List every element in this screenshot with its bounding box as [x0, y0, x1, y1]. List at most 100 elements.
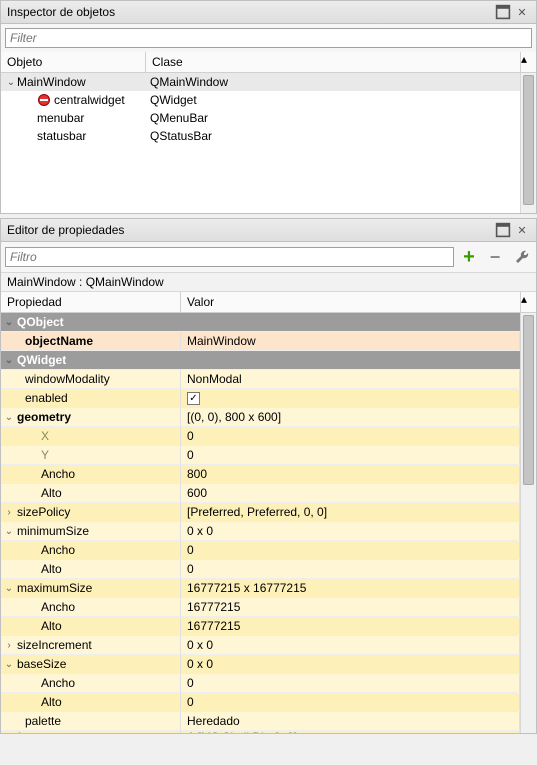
property-row[interactable]: ⌄minimumSize0 x 0: [1, 522, 536, 541]
property-row[interactable]: objectName MainWindow: [1, 332, 536, 351]
expander-icon[interactable]: ⌄: [1, 526, 17, 537]
property-value: Heredado: [187, 714, 240, 728]
expander-icon[interactable]: ⌄: [1, 317, 17, 328]
property-row[interactable]: Ancho0: [1, 541, 536, 560]
property-breadcrumb: MainWindow : QMainWindow: [1, 272, 536, 292]
property-row[interactable]: ›sizePolicy[Preferred, Preferred, 0, 0]: [1, 503, 536, 522]
close-icon[interactable]: ✕: [514, 4, 530, 20]
property-name: Ancho: [17, 600, 75, 614]
property-value: [(0, 0), 800 x 600]: [187, 410, 281, 424]
object-class: QWidget: [146, 93, 536, 107]
wrench-icon: [513, 248, 529, 267]
property-value: 600: [187, 486, 207, 500]
object-tree-row[interactable]: ⌄MainWindowQMainWindow: [1, 73, 536, 91]
object-filter-input[interactable]: [5, 28, 532, 48]
close-icon[interactable]: ✕: [514, 222, 530, 238]
property-value: [Preferred, Preferred, 0, 0]: [187, 505, 327, 519]
property-name: objectName: [17, 334, 93, 348]
property-group-header[interactable]: ⌄QObject: [1, 313, 536, 332]
property-name: X: [17, 429, 49, 443]
property-editor-panel: Editor de propiedades ✕ + − MainWindow :…: [0, 218, 537, 734]
column-header-object[interactable]: Objeto: [1, 52, 146, 72]
property-row[interactable]: windowModalityNonModal: [1, 370, 536, 389]
object-tree-row[interactable]: centralwidget QWidget: [1, 91, 536, 109]
property-row[interactable]: Ancho16777215: [1, 598, 536, 617]
property-row[interactable]: ⌄geometry[(0, 0), 800 x 600]: [1, 408, 536, 427]
property-row[interactable]: palette Heredado: [1, 712, 536, 731]
property-name: enabled: [17, 391, 68, 405]
property-name: maximumSize: [17, 581, 92, 595]
property-value: 0: [187, 676, 194, 690]
configure-button[interactable]: [510, 246, 532, 268]
property-row[interactable]: Alto0: [1, 693, 536, 712]
column-header-value[interactable]: Valor: [181, 292, 520, 312]
expander-icon[interactable]: ⌄: [5, 77, 17, 88]
property-name: windowModality: [17, 372, 110, 386]
column-header-class[interactable]: Clase: [146, 52, 520, 72]
property-value: 0: [187, 543, 194, 557]
property-name: QObject: [17, 315, 64, 329]
expander-icon[interactable]: ›: [1, 507, 17, 518]
dock-undock-icon[interactable]: [495, 4, 511, 20]
property-value: 0 x 0: [187, 524, 213, 538]
property-value: 0 x 0: [187, 657, 213, 671]
property-table-scrollbar[interactable]: [520, 313, 536, 733]
property-name: palette: [17, 714, 61, 728]
property-name: Y: [17, 448, 49, 462]
property-row[interactable]: Ancho0: [1, 674, 536, 693]
column-header-scroll[interactable]: ▴: [520, 52, 536, 72]
property-name: baseSize: [17, 657, 66, 671]
property-name: Alto: [17, 486, 62, 500]
remove-property-button[interactable]: −: [484, 246, 506, 268]
property-row[interactable]: ›fontA [MS Shell Dlg 2, 8]: [1, 731, 536, 733]
property-name: Alto: [17, 619, 62, 633]
expander-icon[interactable]: ›: [1, 731, 17, 733]
no-entry-icon: [37, 93, 51, 107]
object-name: centralwidget: [54, 93, 125, 107]
object-tree-row[interactable]: statusbarQStatusBar: [1, 127, 536, 145]
property-row[interactable]: Y0: [1, 446, 536, 465]
property-row[interactable]: Alto0: [1, 560, 536, 579]
object-name: menubar: [37, 111, 84, 125]
property-filter-input[interactable]: [5, 247, 454, 267]
property-value: 0 x 0: [187, 638, 213, 652]
property-table[interactable]: ⌄QObjectobjectNameMainWindow⌄QWidgetwind…: [1, 313, 536, 733]
property-table-header: Propiedad Valor ▴: [1, 292, 536, 313]
property-row[interactable]: Alto 600: [1, 484, 536, 503]
dock-undock-icon[interactable]: [495, 222, 511, 238]
property-editor-header[interactable]: Editor de propiedades ✕: [1, 219, 536, 242]
property-row[interactable]: X0: [1, 427, 536, 446]
object-tree[interactable]: ⌄MainWindowQMainWindow centralwidget QWidg…: [1, 73, 536, 213]
object-tree-scrollbar[interactable]: [520, 73, 536, 213]
property-value: MainWindow: [187, 334, 256, 348]
property-row[interactable]: ›sizeIncrement0 x 0: [1, 636, 536, 655]
property-name: Ancho: [17, 467, 75, 481]
property-value: 0: [187, 562, 194, 576]
minus-icon: −: [490, 248, 501, 266]
expander-icon[interactable]: ›: [1, 640, 17, 651]
property-row[interactable]: Alto 16777215: [1, 617, 536, 636]
property-row[interactable]: Ancho800: [1, 465, 536, 484]
property-row[interactable]: ⌄baseSize 0 x 0: [1, 655, 536, 674]
object-inspector-title: Inspector de objetos: [7, 5, 492, 19]
column-header-scroll[interactable]: ▴: [520, 292, 536, 312]
expander-icon[interactable]: ⌄: [1, 412, 17, 423]
property-name: font: [17, 731, 37, 733]
expander-icon[interactable]: ⌄: [1, 583, 17, 594]
object-tree-row[interactable]: menubarQMenuBar: [1, 109, 536, 127]
object-inspector-header[interactable]: Inspector de objetos ✕: [1, 1, 536, 24]
property-editor-title: Editor de propiedades: [7, 223, 492, 237]
expander-icon[interactable]: ⌄: [1, 659, 17, 670]
property-value: 0: [187, 429, 194, 443]
property-value: 16777215: [187, 619, 240, 633]
expander-icon[interactable]: ⌄: [1, 355, 17, 366]
property-value: 0: [187, 448, 194, 462]
add-property-button[interactable]: +: [458, 246, 480, 268]
object-class: QMainWindow: [146, 75, 536, 89]
checkbox[interactable]: ✓: [187, 392, 200, 405]
property-row[interactable]: ⌄maximumSize16777215 x 16777215: [1, 579, 536, 598]
property-row[interactable]: enabled ✓: [1, 389, 536, 408]
property-name: QWidget: [17, 353, 66, 367]
column-header-property[interactable]: Propiedad: [1, 292, 181, 312]
property-group-header[interactable]: ⌄QWidget: [1, 351, 536, 370]
